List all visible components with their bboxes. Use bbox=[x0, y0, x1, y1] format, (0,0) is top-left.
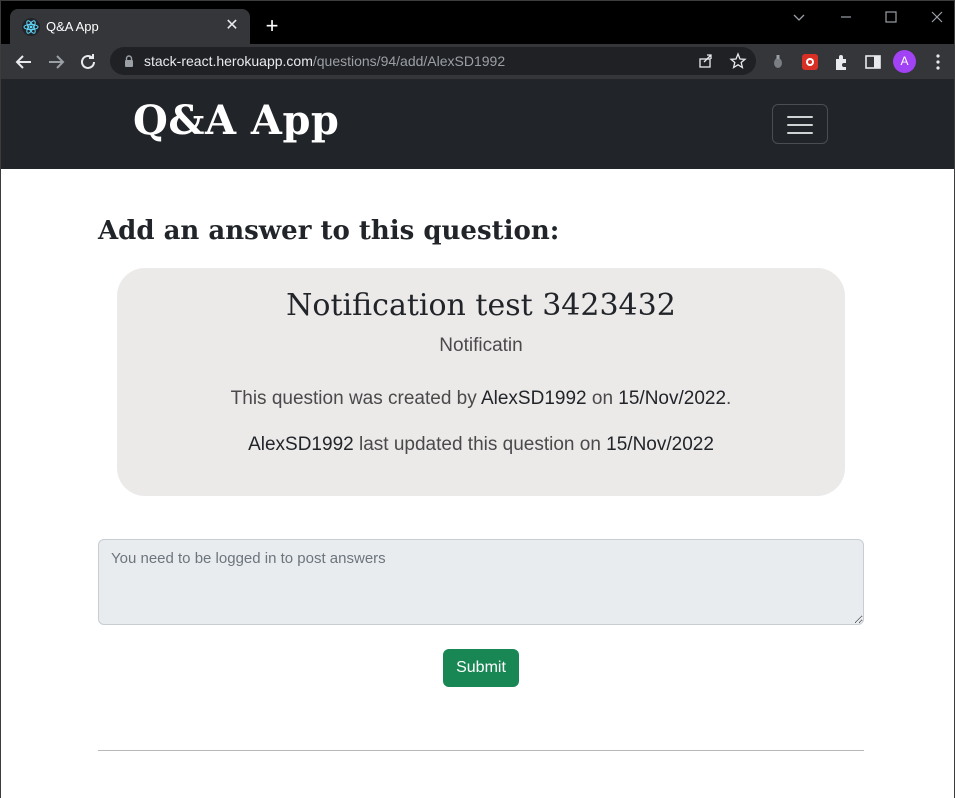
question-author: AlexSD1992 bbox=[480, 388, 587, 409]
page-content: Q&A App Add an answer to this question: … bbox=[0, 79, 955, 798]
browser-tab[interactable]: Q&A App ✕ bbox=[10, 9, 250, 45]
window-close-icon[interactable] bbox=[927, 7, 947, 27]
navbar-brand[interactable]: Q&A App bbox=[133, 97, 339, 144]
hamburger-line bbox=[787, 116, 813, 118]
new-tab-button[interactable]: + bbox=[261, 15, 283, 37]
updated-date: 15/Nov/2022 bbox=[606, 434, 714, 455]
question-updated-line: AlexSD1992 last updated this question on… bbox=[117, 434, 845, 456]
question-created-line: This question was created by AlexSD1992 … bbox=[117, 388, 845, 410]
extension-icon[interactable] bbox=[768, 52, 788, 72]
submit-button[interactable]: Submit bbox=[443, 649, 519, 687]
url-path: /questions/94/add/AlexSD1992 bbox=[312, 53, 506, 69]
reload-icon[interactable] bbox=[76, 50, 100, 74]
updated-text: last updated this question on bbox=[358, 434, 601, 455]
bookmark-star-icon[interactable] bbox=[729, 52, 747, 70]
address-bar[interactable]: stack-react.herokuapp.com/questions/94/a… bbox=[110, 47, 756, 75]
updated-author: AlexSD1992 bbox=[248, 434, 354, 455]
extension-red-icon[interactable] bbox=[800, 52, 820, 72]
question-card: Notification test 3423432 Notificatin Th… bbox=[117, 268, 845, 496]
divider bbox=[98, 750, 864, 751]
answer-textarea[interactable] bbox=[98, 539, 864, 625]
url-host: stack-react.herokuapp.com bbox=[144, 53, 313, 69]
lock-icon[interactable] bbox=[122, 54, 136, 68]
app-navbar: Q&A App bbox=[1, 79, 954, 169]
share-icon[interactable] bbox=[697, 52, 715, 70]
browser-tabstrip: Q&A App ✕ + bbox=[0, 0, 955, 45]
react-icon bbox=[22, 18, 40, 36]
extensions-puzzle-icon[interactable] bbox=[832, 52, 852, 72]
hamburger-line bbox=[787, 132, 813, 134]
profile-avatar[interactable]: A bbox=[893, 50, 916, 73]
question-body: Notificatin bbox=[439, 335, 523, 356]
navbar-toggler-button[interactable] bbox=[772, 104, 828, 144]
question-title: Notification test 3423432 bbox=[286, 288, 676, 323]
side-panel-icon[interactable] bbox=[863, 52, 883, 72]
created-prefix: This question was created by bbox=[230, 388, 477, 409]
url-text[interactable]: stack-react.herokuapp.com/questions/94/a… bbox=[144, 53, 505, 69]
back-icon[interactable] bbox=[12, 50, 36, 74]
created-date: 15/Nov/2022 bbox=[618, 388, 727, 409]
close-tab-icon[interactable]: ✕ bbox=[222, 16, 242, 36]
maximize-icon[interactable] bbox=[881, 7, 901, 27]
minimize-icon[interactable] bbox=[836, 7, 856, 27]
page-heading: Add an answer to this question: bbox=[98, 216, 560, 246]
forward-icon[interactable] bbox=[44, 50, 68, 74]
menu-kebab-icon[interactable] bbox=[928, 52, 948, 72]
browser-toolbar: stack-react.herokuapp.com/questions/94/a… bbox=[0, 44, 955, 79]
created-on-word: on bbox=[591, 388, 614, 409]
tab-title: Q&A App bbox=[46, 19, 99, 34]
tab-search-icon[interactable] bbox=[789, 7, 809, 27]
created-suffix: . bbox=[726, 388, 732, 409]
hamburger-line bbox=[787, 124, 813, 126]
